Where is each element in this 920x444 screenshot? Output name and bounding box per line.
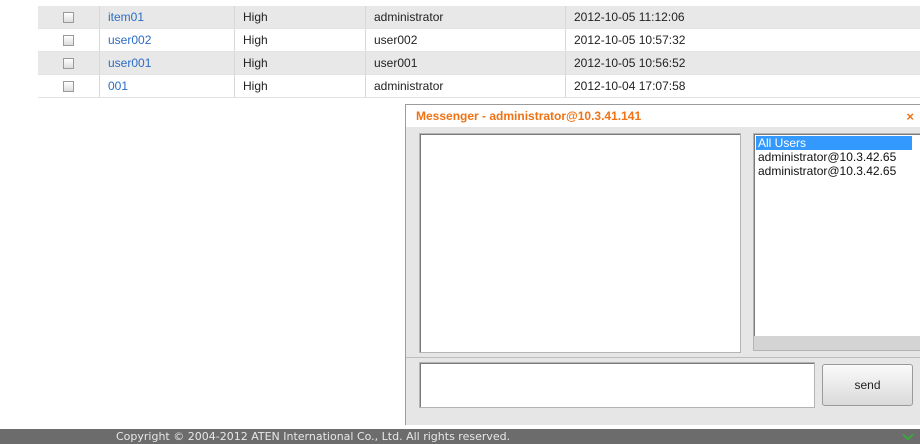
row-name-link[interactable]: user001 [108,56,151,70]
user-list-item[interactable]: administrator@10.3.42.65 [756,164,920,178]
row-level: High [235,29,366,51]
row-time: 2012-10-05 11:12:06 [574,10,685,24]
row-user: administrator [366,6,566,28]
messenger-dialog: Messenger - administrator@10.3.41.141 × … [405,104,920,425]
copyright-text: Copyright © 2004-2012 ATEN International… [116,430,511,443]
send-button[interactable]: send [822,364,913,406]
chat-log[interactable] [419,133,741,353]
user-list[interactable]: All Users administrator@10.3.42.65 admin… [753,133,920,351]
message-input[interactable] [419,362,815,408]
row-time: 2012-10-05 10:56:52 [574,56,686,70]
messenger-header[interactable]: Messenger - administrator@10.3.41.141 × [406,105,920,127]
check-icon [902,429,914,441]
row-time: 2012-10-04 17:07:58 [574,79,686,93]
row-name-link[interactable]: user002 [108,33,151,47]
table-row: 001 High administrator 2012-10-04 17:07:… [38,75,920,98]
row-name-link[interactable]: 001 [108,79,128,93]
row-level: High [235,75,366,97]
row-time: 2012-10-05 10:57:32 [574,33,686,47]
row-level: High [235,6,366,28]
row-level: High [235,52,366,74]
footer: Copyright © 2004-2012 ATEN International… [0,429,920,444]
table-row: user002 High user002 2012-10-05 10:57:32 [38,29,920,52]
horizontal-scrollbar[interactable] [754,336,920,350]
row-checkbox[interactable] [63,11,74,23]
row-checkbox[interactable] [63,80,74,92]
close-icon[interactable]: × [906,109,914,124]
data-table: item01 High administrator 2012-10-05 11:… [38,6,920,98]
messenger-title: Messenger - administrator@10.3.41.141 [416,109,642,123]
user-list-item[interactable]: All Users [756,136,912,150]
row-name-link[interactable]: item01 [108,10,144,24]
row-checkbox[interactable] [63,57,74,69]
row-checkbox[interactable] [63,34,74,46]
divider [406,357,920,358]
row-user: user002 [366,29,566,51]
table-row: item01 High administrator 2012-10-05 11:… [38,6,920,29]
row-user: user001 [366,52,566,74]
table-row: user001 High user001 2012-10-05 10:56:52 [38,52,920,75]
row-user: administrator [366,75,566,97]
user-list-item[interactable]: administrator@10.3.42.65 [756,150,920,164]
